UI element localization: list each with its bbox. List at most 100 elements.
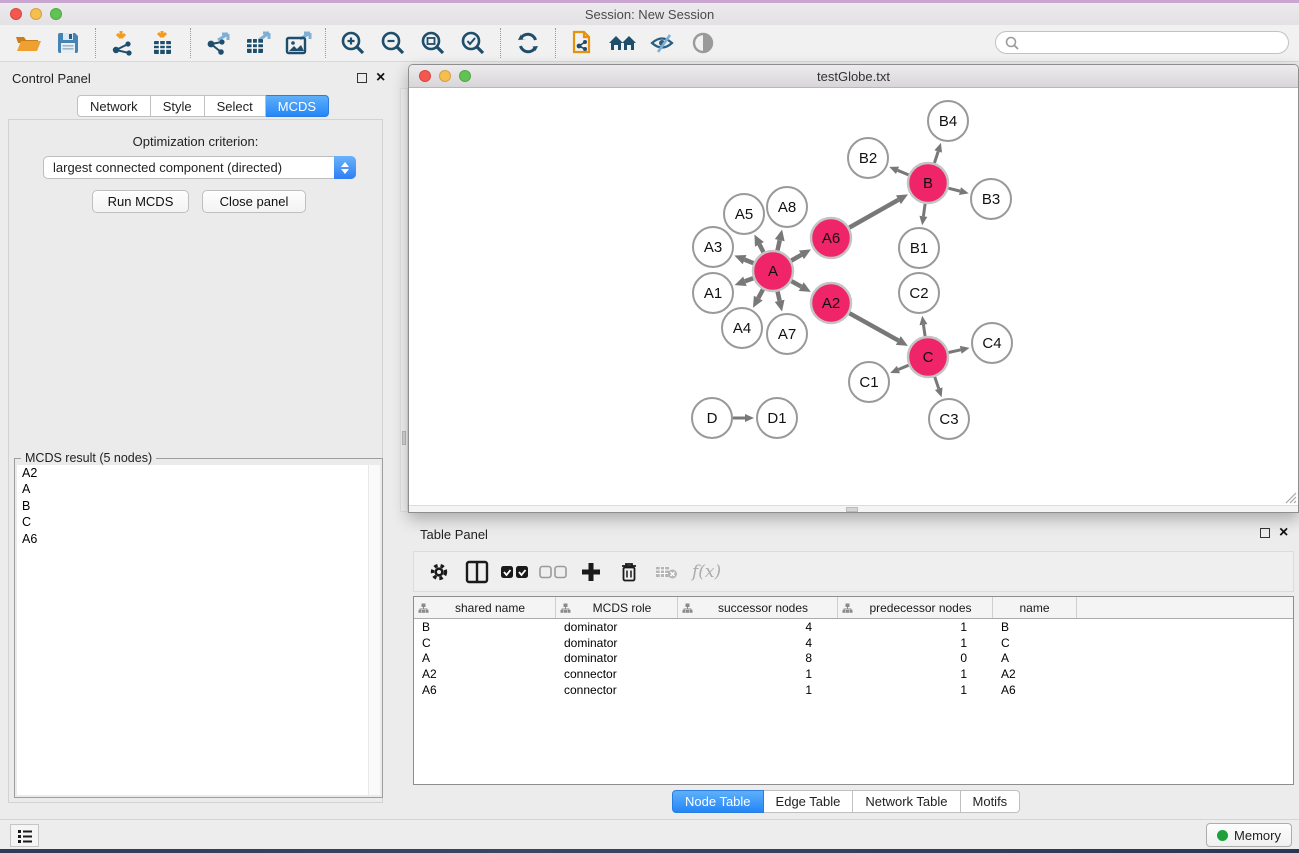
import-table-button[interactable] — [143, 27, 183, 59]
graph-edge-A-A5[interactable] — [754, 234, 763, 252]
result-item[interactable]: A2 — [17, 465, 370, 481]
tab-style[interactable]: Style — [151, 95, 205, 117]
graph-edge-A-A1[interactable] — [735, 277, 754, 286]
export-image-button[interactable] — [278, 27, 318, 59]
column-header-name[interactable]: name — [993, 597, 1077, 618]
run-mcds-button[interactable]: Run MCDS — [92, 190, 189, 213]
result-scrollbar[interactable] — [368, 465, 380, 795]
delete-table-button[interactable] — [650, 557, 684, 587]
table-row[interactable]: A6connector11A6 — [414, 682, 1293, 698]
network-document-button[interactable] — [563, 27, 603, 59]
graph-edge-A-A6[interactable] — [791, 249, 811, 260]
network-horizontal-scrollbar[interactable] — [409, 505, 1298, 512]
graph-node-B4[interactable]: B4 — [928, 101, 968, 141]
graph-node-D1[interactable]: D1 — [757, 398, 797, 438]
graph-node-A1[interactable]: A1 — [693, 273, 733, 313]
graph-edge-B-B4[interactable] — [934, 143, 942, 163]
close-table-panel-icon[interactable]: × — [1279, 528, 1288, 538]
table-settings-button[interactable] — [422, 557, 456, 587]
show-panel-button[interactable] — [683, 27, 723, 59]
create-column-button[interactable] — [574, 557, 608, 587]
graph-node-A5[interactable]: A5 — [724, 194, 764, 234]
graph-node-C3[interactable]: C3 — [929, 399, 969, 439]
zoom-selected-button[interactable] — [453, 27, 493, 59]
show-columns-button[interactable] — [460, 557, 494, 587]
graph-node-C[interactable]: C — [908, 337, 948, 377]
delete-column-button[interactable] — [612, 557, 646, 587]
network-canvas[interactable]: B4B2BB3A8A5A6A3B1AA1C2A2A4A7C4CC1C3DD1 — [409, 88, 1298, 505]
hide-panel-button[interactable] — [643, 27, 683, 59]
graph-edge-B-B2[interactable] — [889, 167, 908, 175]
save-session-button[interactable] — [48, 27, 88, 59]
tab-select[interactable]: Select — [205, 95, 266, 117]
tab-node-table[interactable]: Node Table — [672, 790, 764, 813]
column-header-successor-nodes[interactable]: successor nodes — [678, 597, 838, 618]
graph-edge-A-A8[interactable] — [775, 229, 785, 250]
zoom-out-button[interactable] — [373, 27, 413, 59]
float-panel-icon[interactable] — [357, 73, 367, 83]
graph-edge-C-C1[interactable] — [890, 365, 908, 373]
tab-mcds[interactable]: MCDS — [266, 95, 329, 117]
table-row[interactable]: Bdominator41B — [414, 619, 1293, 635]
export-network-button[interactable] — [198, 27, 238, 59]
graph-edge-A-A2[interactable] — [791, 281, 810, 292]
tab-network[interactable]: Network — [77, 95, 151, 117]
close-panel-button[interactable]: Close panel — [202, 190, 306, 213]
graph-node-B1[interactable]: B1 — [899, 228, 939, 268]
result-item[interactable]: B — [17, 498, 370, 514]
tab-edge-table[interactable]: Edge Table — [764, 790, 854, 813]
horizontal-scroll-thumb[interactable] — [846, 507, 858, 512]
mcds-result-list[interactable]: A2ABCA6 — [17, 465, 370, 795]
criterion-dropdown[interactable]: largest connected component (directed) — [43, 156, 356, 179]
graph-edge-D-D1[interactable] — [733, 414, 754, 422]
select-all-columns-button[interactable] — [498, 557, 532, 587]
tab-network-table[interactable]: Network Table — [853, 790, 960, 813]
graph-node-B2[interactable]: B2 — [848, 138, 888, 178]
graph-edge-C-C3[interactable] — [935, 377, 943, 397]
table-row[interactable]: A2connector11A2 — [414, 666, 1293, 682]
vertical-scroll-thumb[interactable] — [402, 431, 406, 445]
graph-edge-A-A3[interactable] — [734, 255, 753, 264]
function-builder-button[interactable]: f(x) — [692, 562, 721, 582]
graph-edge-C-C2[interactable] — [919, 316, 927, 336]
graph-edge-B-B1[interactable] — [919, 204, 927, 225]
graph-node-A4[interactable]: A4 — [722, 308, 762, 348]
graph-node-A8[interactable]: A8 — [767, 187, 807, 227]
table-row[interactable]: Cdominator41C — [414, 635, 1293, 651]
column-header-MCDS-role[interactable]: MCDS role — [556, 597, 678, 618]
memory-button[interactable]: Memory — [1206, 823, 1292, 847]
graph-node-A6[interactable]: A6 — [811, 218, 851, 258]
unselect-all-columns-button[interactable] — [536, 557, 570, 587]
zoom-in-button[interactable] — [333, 27, 373, 59]
graph-edge-C-C4[interactable] — [949, 346, 970, 354]
float-table-panel-icon[interactable] — [1260, 528, 1270, 538]
search-input[interactable] — [1020, 33, 1288, 52]
network-vertical-scrollbar[interactable] — [400, 88, 408, 512]
tab-motifs[interactable]: Motifs — [961, 790, 1021, 813]
graph-node-D[interactable]: D — [692, 398, 732, 438]
graph-node-C1[interactable]: C1 — [849, 362, 889, 402]
graph-node-B[interactable]: B — [908, 163, 948, 203]
refresh-layout-button[interactable] — [508, 27, 548, 59]
column-header-shared-name[interactable]: shared name — [414, 597, 556, 618]
graph-node-A2[interactable]: A2 — [811, 283, 851, 323]
home-views-button[interactable] — [603, 27, 643, 59]
task-history-button[interactable] — [10, 824, 39, 847]
result-item[interactable]: A6 — [17, 531, 370, 547]
graph-node-C4[interactable]: C4 — [972, 323, 1012, 363]
graph-node-C2[interactable]: C2 — [899, 273, 939, 313]
column-header-predecessor-nodes[interactable]: predecessor nodes — [838, 597, 993, 618]
open-session-button[interactable] — [8, 27, 48, 59]
import-network-button[interactable] — [103, 27, 143, 59]
zoom-fit-button[interactable] — [413, 27, 453, 59]
close-panel-icon[interactable]: × — [376, 73, 385, 83]
graph-edge-A-A7[interactable] — [775, 291, 785, 311]
graph-node-B3[interactable]: B3 — [971, 179, 1011, 219]
table-row[interactable]: Adominator80A — [414, 651, 1293, 667]
graph-edge-A2-C[interactable] — [849, 313, 908, 346]
graph-node-A7[interactable]: A7 — [767, 314, 807, 354]
graph-node-A[interactable]: A — [753, 251, 793, 291]
graph-edge-A-A4[interactable] — [753, 289, 763, 307]
network-window-titlebar[interactable]: testGlobe.txt — [409, 65, 1298, 88]
result-item[interactable]: C — [17, 514, 370, 530]
